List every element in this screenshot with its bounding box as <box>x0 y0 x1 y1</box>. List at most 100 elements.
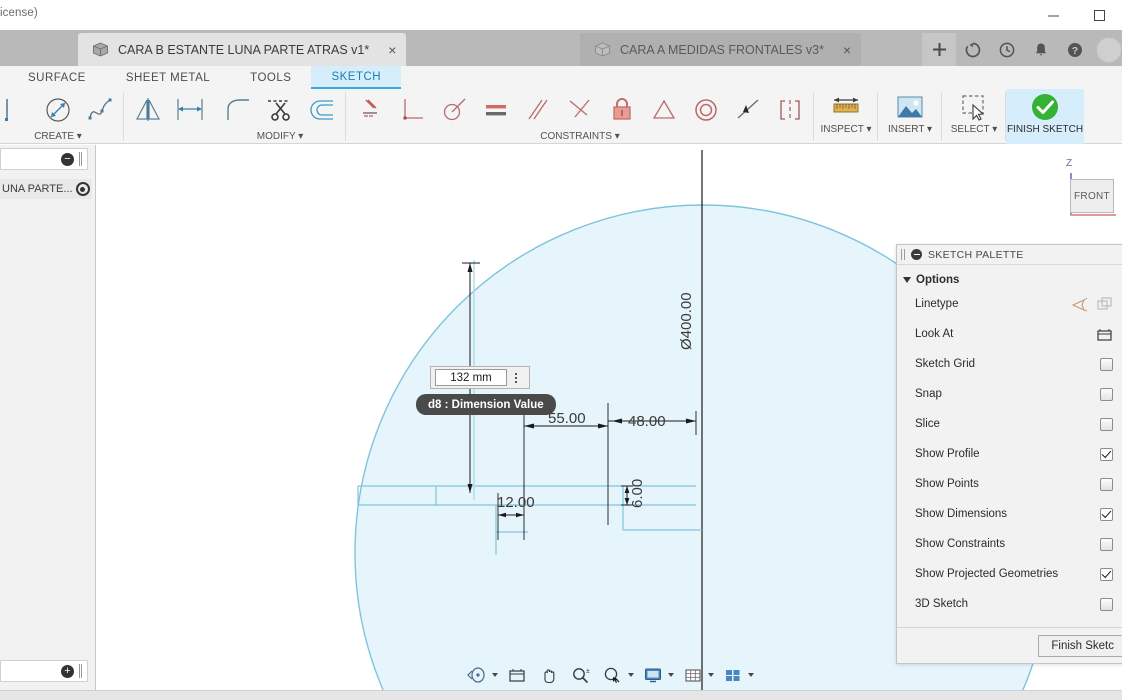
browser-grip[interactable] <box>79 152 82 166</box>
chevron-down-icon[interactable] <box>492 673 498 677</box>
chevron-down-icon[interactable] <box>748 673 754 677</box>
fix-ground-icon[interactable] <box>350 92 390 128</box>
palette-finish-sketch-button[interactable]: Finish Sketc <box>1038 634 1122 657</box>
close-icon[interactable]: × <box>388 43 396 57</box>
inspect-button[interactable]: INSPECT ▾ <box>818 91 874 144</box>
chevron-down-icon[interactable] <box>708 673 714 677</box>
refresh-icon[interactable] <box>956 33 990 66</box>
palette-grip[interactable] <box>901 249 905 260</box>
nav-viewports[interactable] <box>718 662 756 688</box>
nav-orbit[interactable] <box>462 662 500 688</box>
dimension-value-editor[interactable] <box>430 366 530 389</box>
nav-grid-snap[interactable] <box>678 662 716 688</box>
palette-checkbox-sketch-grid[interactable] <box>1100 357 1113 371</box>
dimension-options-icon[interactable] <box>507 372 525 383</box>
concentric-icon[interactable] <box>686 92 726 128</box>
grid-snap-icon[interactable] <box>680 662 706 688</box>
ribbon-tab-sketch[interactable]: SKETCH <box>311 66 402 89</box>
document-tab-inactive[interactable]: CARA A MEDIDAS FRONTALES v3* × <box>580 33 862 66</box>
finish-sketch-button[interactable]: FINISH SKETCH <box>1006 89 1084 144</box>
panel-insert-label[interactable]: INSERT ▾ <box>888 124 932 135</box>
pan-icon[interactable] <box>536 662 562 688</box>
fillet-icon[interactable] <box>218 92 258 128</box>
visibility-icon[interactable] <box>75 182 90 196</box>
minimize-icon[interactable] <box>1030 0 1076 30</box>
palette-checkbox-snap[interactable] <box>1100 387 1113 401</box>
panel-create-label[interactable]: CREATE ▾ <box>34 131 82 144</box>
nav-zoom-window[interactable] <box>598 662 636 688</box>
panel-inspect-label[interactable]: INSPECT ▾ <box>821 124 872 135</box>
palette-row-show-points[interactable]: Show Points <box>897 469 1122 499</box>
collapse-icon[interactable]: − <box>61 152 74 166</box>
palette-row-show-projected-geometries[interactable]: Show Projected Geometries <box>897 559 1122 589</box>
create-spline-icon[interactable] <box>80 92 120 128</box>
nav-pan[interactable] <box>534 662 564 688</box>
clock-icon[interactable] <box>990 33 1024 66</box>
palette-checkbox-show-profile[interactable] <box>1100 447 1113 461</box>
palette-checkbox-show-dimensions[interactable] <box>1100 507 1113 521</box>
tangent-icon[interactable] <box>434 92 474 128</box>
palette-row-sketch-grid[interactable]: Sketch Grid <box>897 349 1122 379</box>
offset-icon[interactable] <box>302 92 342 128</box>
sketch-palette-title-bar[interactable]: SKETCH PALETTE <box>897 245 1122 265</box>
palette-checkbox-3d-sketch[interactable] <box>1100 597 1113 611</box>
trim-scissors-icon[interactable] <box>260 92 300 128</box>
bell-icon[interactable] <box>1024 33 1058 66</box>
viewports-icon[interactable] <box>720 662 746 688</box>
lock-icon[interactable] <box>602 92 642 128</box>
maximize-icon[interactable] <box>1076 0 1122 30</box>
ribbon-tab-tools[interactable]: TOOLS <box>230 66 311 89</box>
document-tab-active[interactable]: CARA B ESTANTE LUNA PARTE ATRAS v1* × <box>78 33 407 66</box>
create-line-icon[interactable] <box>0 92 36 128</box>
nav-look-at[interactable] <box>502 662 532 688</box>
close-icon[interactable]: × <box>843 43 851 57</box>
palette-row-snap[interactable]: Snap <box>897 379 1122 409</box>
insert-button[interactable]: INSERT ▾ <box>882 91 938 144</box>
palette-row-linetype[interactable]: Linetype <box>897 289 1122 319</box>
view-cube[interactable]: Z FRONT <box>1050 155 1120 235</box>
ribbon-tab-sheet-metal[interactable]: SHEET METAL <box>106 66 230 89</box>
nav-zoom[interactable]: ± <box>566 662 596 688</box>
browser-item-row[interactable]: UNA PARTE... <box>0 179 92 199</box>
create-circle-icon[interactable] <box>38 92 78 128</box>
help-icon[interactable]: ? <box>1058 33 1092 66</box>
look-at-icon[interactable] <box>504 662 530 688</box>
panel-modify-label[interactable]: MODIFY ▾ <box>257 131 304 144</box>
midpoint-icon[interactable] <box>728 92 768 128</box>
palette-checkbox-slice[interactable] <box>1100 417 1113 431</box>
palette-checkbox-show-projected-geometries[interactable] <box>1100 567 1113 581</box>
palette-checkbox-show-constraints[interactable] <box>1100 537 1113 551</box>
palette-row-look-at[interactable]: Look At <box>897 319 1122 349</box>
dimension-value-input[interactable] <box>435 369 507 386</box>
zoom-window-icon[interactable] <box>600 662 626 688</box>
symmetry-triangle-icon[interactable] <box>644 92 684 128</box>
panel-select-label[interactable]: SELECT ▾ <box>951 124 998 135</box>
palette-row-3d-sketch[interactable]: 3D Sketch <box>897 589 1122 619</box>
palette-collapse-icon[interactable] <box>911 249 922 260</box>
avatar[interactable] <box>1096 36 1122 63</box>
zoom-icon[interactable]: ± <box>568 662 594 688</box>
equal-icon[interactable] <box>476 92 516 128</box>
orbit-icon[interactable] <box>464 662 490 688</box>
select-button[interactable]: SELECT ▾ <box>946 91 1002 144</box>
construction-line-icon[interactable] <box>1071 297 1088 312</box>
symmetric-icon[interactable] <box>770 92 810 128</box>
ribbon-tab-surface[interactable]: SURFACE <box>8 66 106 89</box>
palette-row-show-constraints[interactable]: Show Constraints <box>897 529 1122 559</box>
viewcube-front-face[interactable]: FRONT <box>1070 179 1114 213</box>
nav-display-settings[interactable] <box>638 662 676 688</box>
palette-section-options[interactable]: Options <box>897 265 1122 289</box>
chevron-down-icon[interactable] <box>628 673 634 677</box>
palette-row-slice[interactable]: Slice <box>897 409 1122 439</box>
chevron-down-icon[interactable] <box>668 673 674 677</box>
angle-icon[interactable] <box>560 92 600 128</box>
palette-row-show-profile[interactable]: Show Profile <box>897 439 1122 469</box>
browser-footer-grip[interactable] <box>79 664 82 678</box>
panel-constraints-label[interactable]: CONSTRAINTS ▾ <box>540 131 619 144</box>
display-settings-icon[interactable] <box>640 662 666 688</box>
expand-icon[interactable]: + <box>61 664 74 678</box>
palette-checkbox-show-points[interactable] <box>1100 477 1113 491</box>
palette-row-show-dimensions[interactable]: Show Dimensions <box>897 499 1122 529</box>
perpendicular-icon[interactable] <box>392 92 432 128</box>
panel-finish-sketch-label[interactable]: FINISH SKETCH <box>1007 124 1083 135</box>
